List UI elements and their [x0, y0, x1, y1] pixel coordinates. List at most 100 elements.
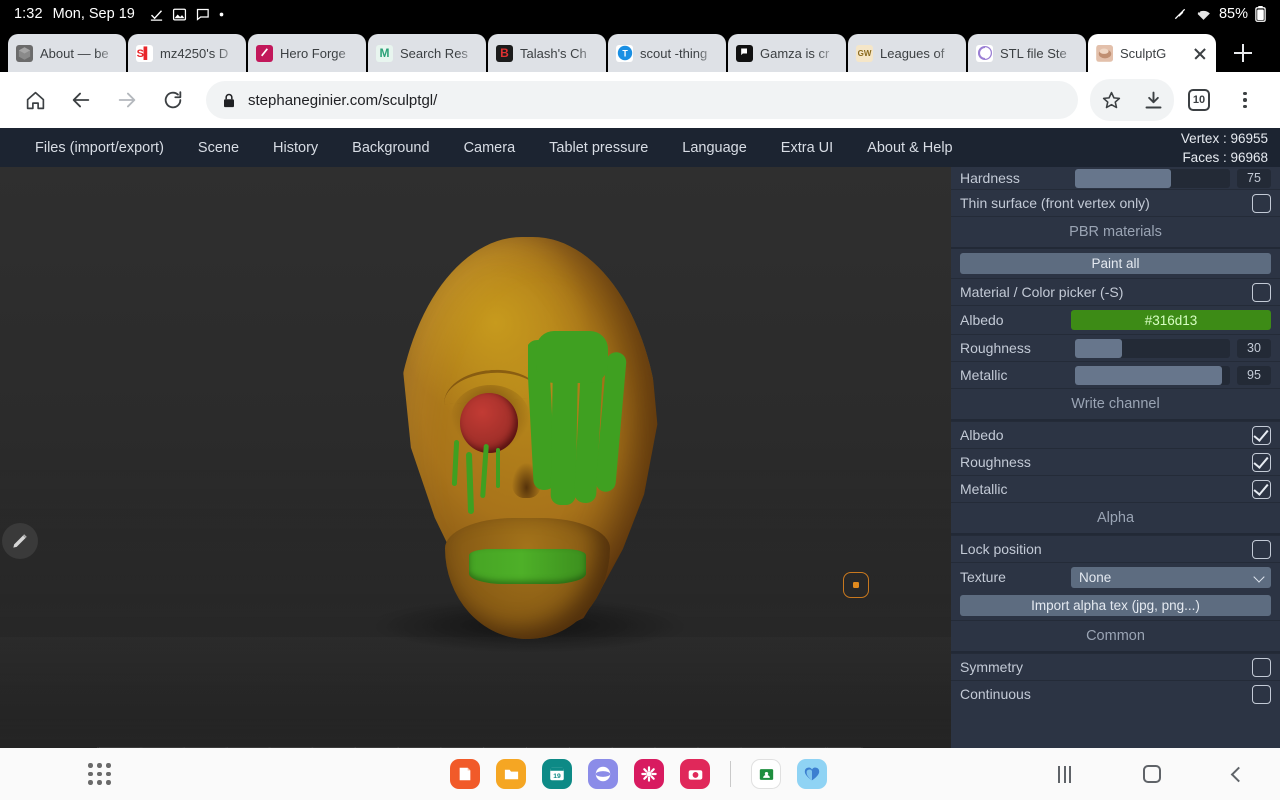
dnd-slash-icon [1172, 6, 1188, 22]
browser-tab[interactable]: T scout -thing [608, 34, 726, 72]
home-button[interactable] [1143, 765, 1161, 783]
thin-surface-label: Thin surface (front vertex only) [960, 195, 1150, 211]
menu-item-tablet-pressure[interactable]: Tablet pressure [532, 128, 665, 167]
close-icon[interactable] [1192, 45, 1208, 61]
menu-kebab-icon[interactable] [1224, 79, 1266, 121]
texture-selected-value: None [1079, 569, 1112, 585]
camera-icon[interactable] [680, 759, 710, 789]
internet-icon[interactable] [588, 759, 618, 789]
roughness-value[interactable]: 30 [1237, 338, 1271, 358]
brush-cursor-icon [843, 572, 869, 598]
write-roughness-row[interactable]: Roughness [951, 448, 1280, 475]
browser-tab[interactable]: STL file Ste [968, 34, 1086, 72]
menu-item-files[interactable]: Files (import/export) [18, 128, 181, 167]
menu-item-about-help[interactable]: About & Help [850, 128, 969, 167]
browser-tab[interactable]: About — be [8, 34, 126, 72]
import-alpha-button[interactable]: Import alpha tex (jpg, png...) [960, 595, 1271, 616]
paint-all-button[interactable]: Paint all [960, 253, 1271, 274]
thin-surface-checkbox[interactable] [1252, 193, 1271, 213]
calendar-icon[interactable]: 19 [542, 759, 572, 789]
symmetry-row[interactable]: Symmetry [951, 653, 1280, 680]
home-icon[interactable] [14, 79, 56, 121]
browser-tab-strip[interactable]: About — be S▍ mz4250's D Hero Forge M Se… [0, 28, 1280, 72]
thin-surface-row[interactable]: Thin surface (front vertex only) [951, 189, 1280, 216]
symmetry-checkbox[interactable] [1252, 657, 1271, 677]
battery-percent: 85% [1218, 6, 1248, 22]
browser-tab[interactable]: B Talash's Ch [488, 34, 606, 72]
clock: 1:32 [14, 6, 43, 22]
url-text: stephaneginier.com/sculptgl/ [248, 91, 438, 109]
lock-icon [222, 93, 236, 108]
back-button[interactable] [1230, 766, 1247, 782]
metallic-row[interactable]: Metallic 95 [951, 361, 1280, 388]
continuous-checkbox[interactable] [1252, 684, 1271, 704]
tab-title: Hero Forge [280, 45, 346, 61]
new-tab-button[interactable] [1228, 38, 1258, 68]
browser-tab[interactable]: M Search Res [368, 34, 486, 72]
app-menu-bar[interactable]: Files (import/export) Scene History Back… [0, 128, 1280, 167]
recents-button[interactable] [1058, 765, 1071, 783]
metallic-slider[interactable] [1075, 365, 1230, 385]
menu-item-camera[interactable]: Camera [447, 128, 533, 167]
menu-item-language[interactable]: Language [665, 128, 764, 167]
green-paint-stroke [536, 330, 609, 383]
browser-tab-active[interactable]: SculptG [1088, 34, 1216, 72]
reload-icon[interactable] [152, 79, 194, 121]
green-teeth-paint [469, 549, 586, 585]
tab-count-button[interactable]: 10 [1178, 79, 1220, 121]
write-albedo-checkbox[interactable] [1252, 425, 1271, 445]
hardness-row[interactable]: Hardness 75 [951, 167, 1280, 189]
app-grid-icon[interactable] [88, 763, 111, 785]
menu-item-extra-ui[interactable]: Extra UI [764, 128, 850, 167]
tab-title: Talash's Ch [520, 45, 587, 61]
sculpted-skull-model[interactable] [395, 237, 660, 639]
common-section: Common [951, 620, 1280, 653]
menu-item-background[interactable]: Background [335, 128, 446, 167]
albedo-row[interactable]: Albedo #316d13 [951, 305, 1280, 334]
tab-title: SculptG [1120, 45, 1167, 61]
color-picker-checkbox[interactable] [1252, 282, 1271, 302]
albedo-color-swatch[interactable]: #316d13 [1071, 310, 1271, 330]
hardness-label: Hardness [960, 170, 1020, 186]
samsung-notes-icon[interactable] [450, 759, 480, 789]
roughness-slider[interactable] [1075, 338, 1230, 358]
write-metallic-row[interactable]: Metallic [951, 475, 1280, 502]
menu-item-scene[interactable]: Scene [181, 128, 256, 167]
continuous-row[interactable]: Continuous [951, 680, 1280, 707]
address-bar[interactable]: stephaneginier.com/sculptgl/ [206, 81, 1078, 119]
android-nav-buttons [1058, 765, 1247, 783]
hardness-value[interactable]: 75 [1237, 168, 1271, 188]
write-albedo-row[interactable]: Albedo [951, 421, 1280, 448]
write-channel-section: Write channel [951, 388, 1280, 421]
pencil-icon[interactable] [2, 523, 38, 559]
lock-position-checkbox[interactable] [1252, 539, 1271, 559]
browser-tab[interactable]: GW Leagues of [848, 34, 966, 72]
download-icon[interactable] [1132, 79, 1174, 121]
3d-viewport[interactable] [0, 167, 951, 748]
texture-row[interactable]: Texture None [951, 562, 1280, 591]
browser-tab[interactable]: Gamza is cr [728, 34, 846, 72]
clip-studio-icon[interactable] [797, 759, 827, 789]
my-files-icon[interactable] [496, 759, 526, 789]
menu-item-history[interactable]: History [256, 128, 335, 167]
color-picker-row[interactable]: Material / Color picker (-S) [951, 278, 1280, 305]
browser-tab[interactable]: S▍ mz4250's D [128, 34, 246, 72]
bookmark-star-icon[interactable] [1090, 79, 1132, 121]
write-roughness-checkbox[interactable] [1252, 452, 1271, 472]
lock-position-row[interactable]: Lock position [951, 535, 1280, 562]
hardness-slider[interactable] [1075, 168, 1230, 188]
roughness-row[interactable]: Roughness 30 [951, 334, 1280, 361]
gallery-icon[interactable] [634, 759, 664, 789]
sw-icon: S▍ [136, 44, 153, 62]
write-metallic-checkbox[interactable] [1252, 479, 1271, 499]
back-icon[interactable] [60, 79, 102, 121]
battery-icon [1255, 6, 1266, 22]
image-icon [172, 7, 187, 22]
dot-icon [218, 11, 225, 18]
metallic-value[interactable]: 95 [1237, 365, 1271, 385]
classroom-icon[interactable] [751, 759, 781, 789]
tab-title: About — be [40, 45, 109, 61]
tool-properties-sidebar[interactable]: Hardness 75 Thin surface (front vertex o… [951, 167, 1280, 748]
browser-tab[interactable]: Hero Forge [248, 34, 366, 72]
texture-select[interactable]: None [1071, 566, 1271, 588]
